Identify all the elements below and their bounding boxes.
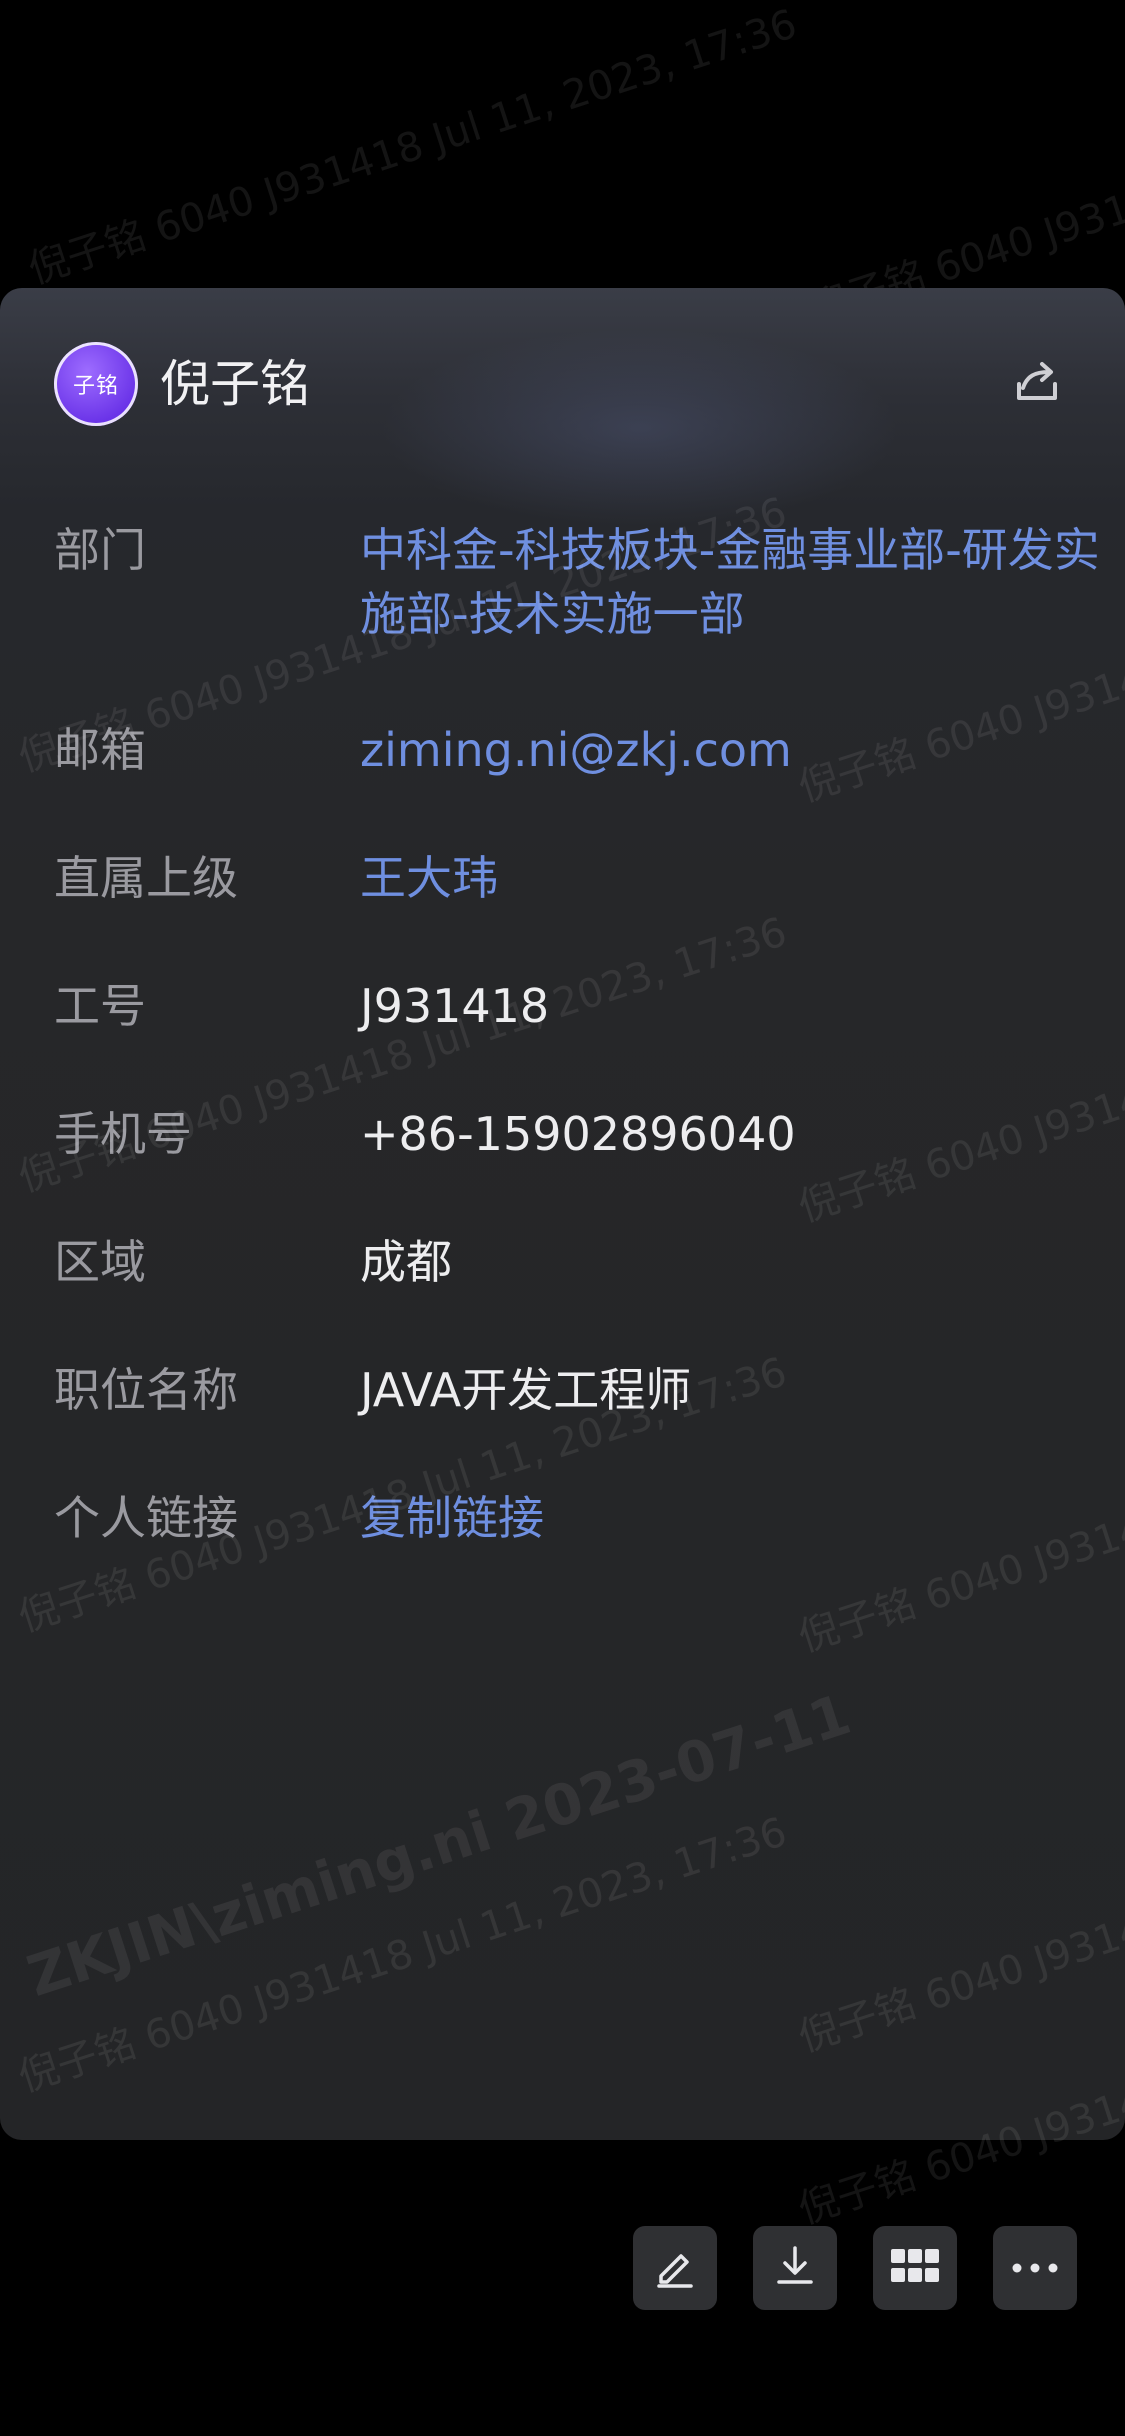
manager-link[interactable]: 王大玮 <box>360 846 1120 910</box>
watermark-text: 倪子铭 6040 J931418 Jul 11, 2023, 17:36 <box>23 0 803 294</box>
download-icon <box>771 2242 819 2294</box>
pencil-icon <box>651 2242 699 2294</box>
profile-card: 子铭 倪子铭 部门 中科金-科技板块-金融事业部-研发实施部-技术实施一部 邮箱… <box>0 288 1125 2140</box>
field-label: 直属上级 <box>54 851 238 905</box>
field-label: 工号 <box>54 979 146 1033</box>
watermark-text: ZKJIN\ziming.ni 2023-07-11 <box>20 1682 859 2010</box>
job-title-value: JAVA开发工程师 <box>360 1363 692 1417</box>
avatar[interactable]: 子铭 <box>54 342 138 426</box>
field-label: 个人链接 <box>54 1491 238 1545</box>
field-label: 区域 <box>54 1235 146 1289</box>
profile-viewer: 倪子铭 6040 J931418 Jul 11, 2023, 17:36 倪子铭… <box>0 0 1125 2436</box>
more-button[interactable] <box>993 2226 1077 2310</box>
watermark-text: 倪子铭 6040 J931418 Jul 11, 2023, 17:36 <box>13 1808 793 2102</box>
watermark-text: 倪子铭 6040 J931418 Jul 11, 2023, 17:36 <box>793 1769 1125 2062</box>
share-icon[interactable] <box>1009 354 1065 410</box>
copy-link-button[interactable]: 复制链接 <box>360 1486 1120 1550</box>
email-link[interactable]: ziming.ni@zkj.com <box>360 718 1120 782</box>
grid-icon <box>889 2246 941 2290</box>
field-label: 手机号 <box>54 1107 192 1161</box>
field-label: 邮箱 <box>54 723 146 777</box>
edit-button[interactable] <box>633 2226 717 2310</box>
employee-id-value: J931418 <box>360 979 550 1033</box>
profile-name: 倪子铭 <box>160 355 310 413</box>
department-link[interactable]: 中科金-科技板块-金融事业部-研发实施部-技术实施一部 <box>360 518 1120 646</box>
field-label: 职位名称 <box>54 1363 238 1417</box>
apps-button[interactable] <box>873 2226 957 2310</box>
more-icon <box>1009 2259 1061 2278</box>
download-button[interactable] <box>753 2226 837 2310</box>
region-value: 成都 <box>360 1235 452 1289</box>
field-label: 部门 <box>54 523 146 577</box>
phone-value[interactable]: +86-15902896040 <box>360 1102 1120 1166</box>
profile-header: 子铭 倪子铭 <box>0 288 1125 478</box>
